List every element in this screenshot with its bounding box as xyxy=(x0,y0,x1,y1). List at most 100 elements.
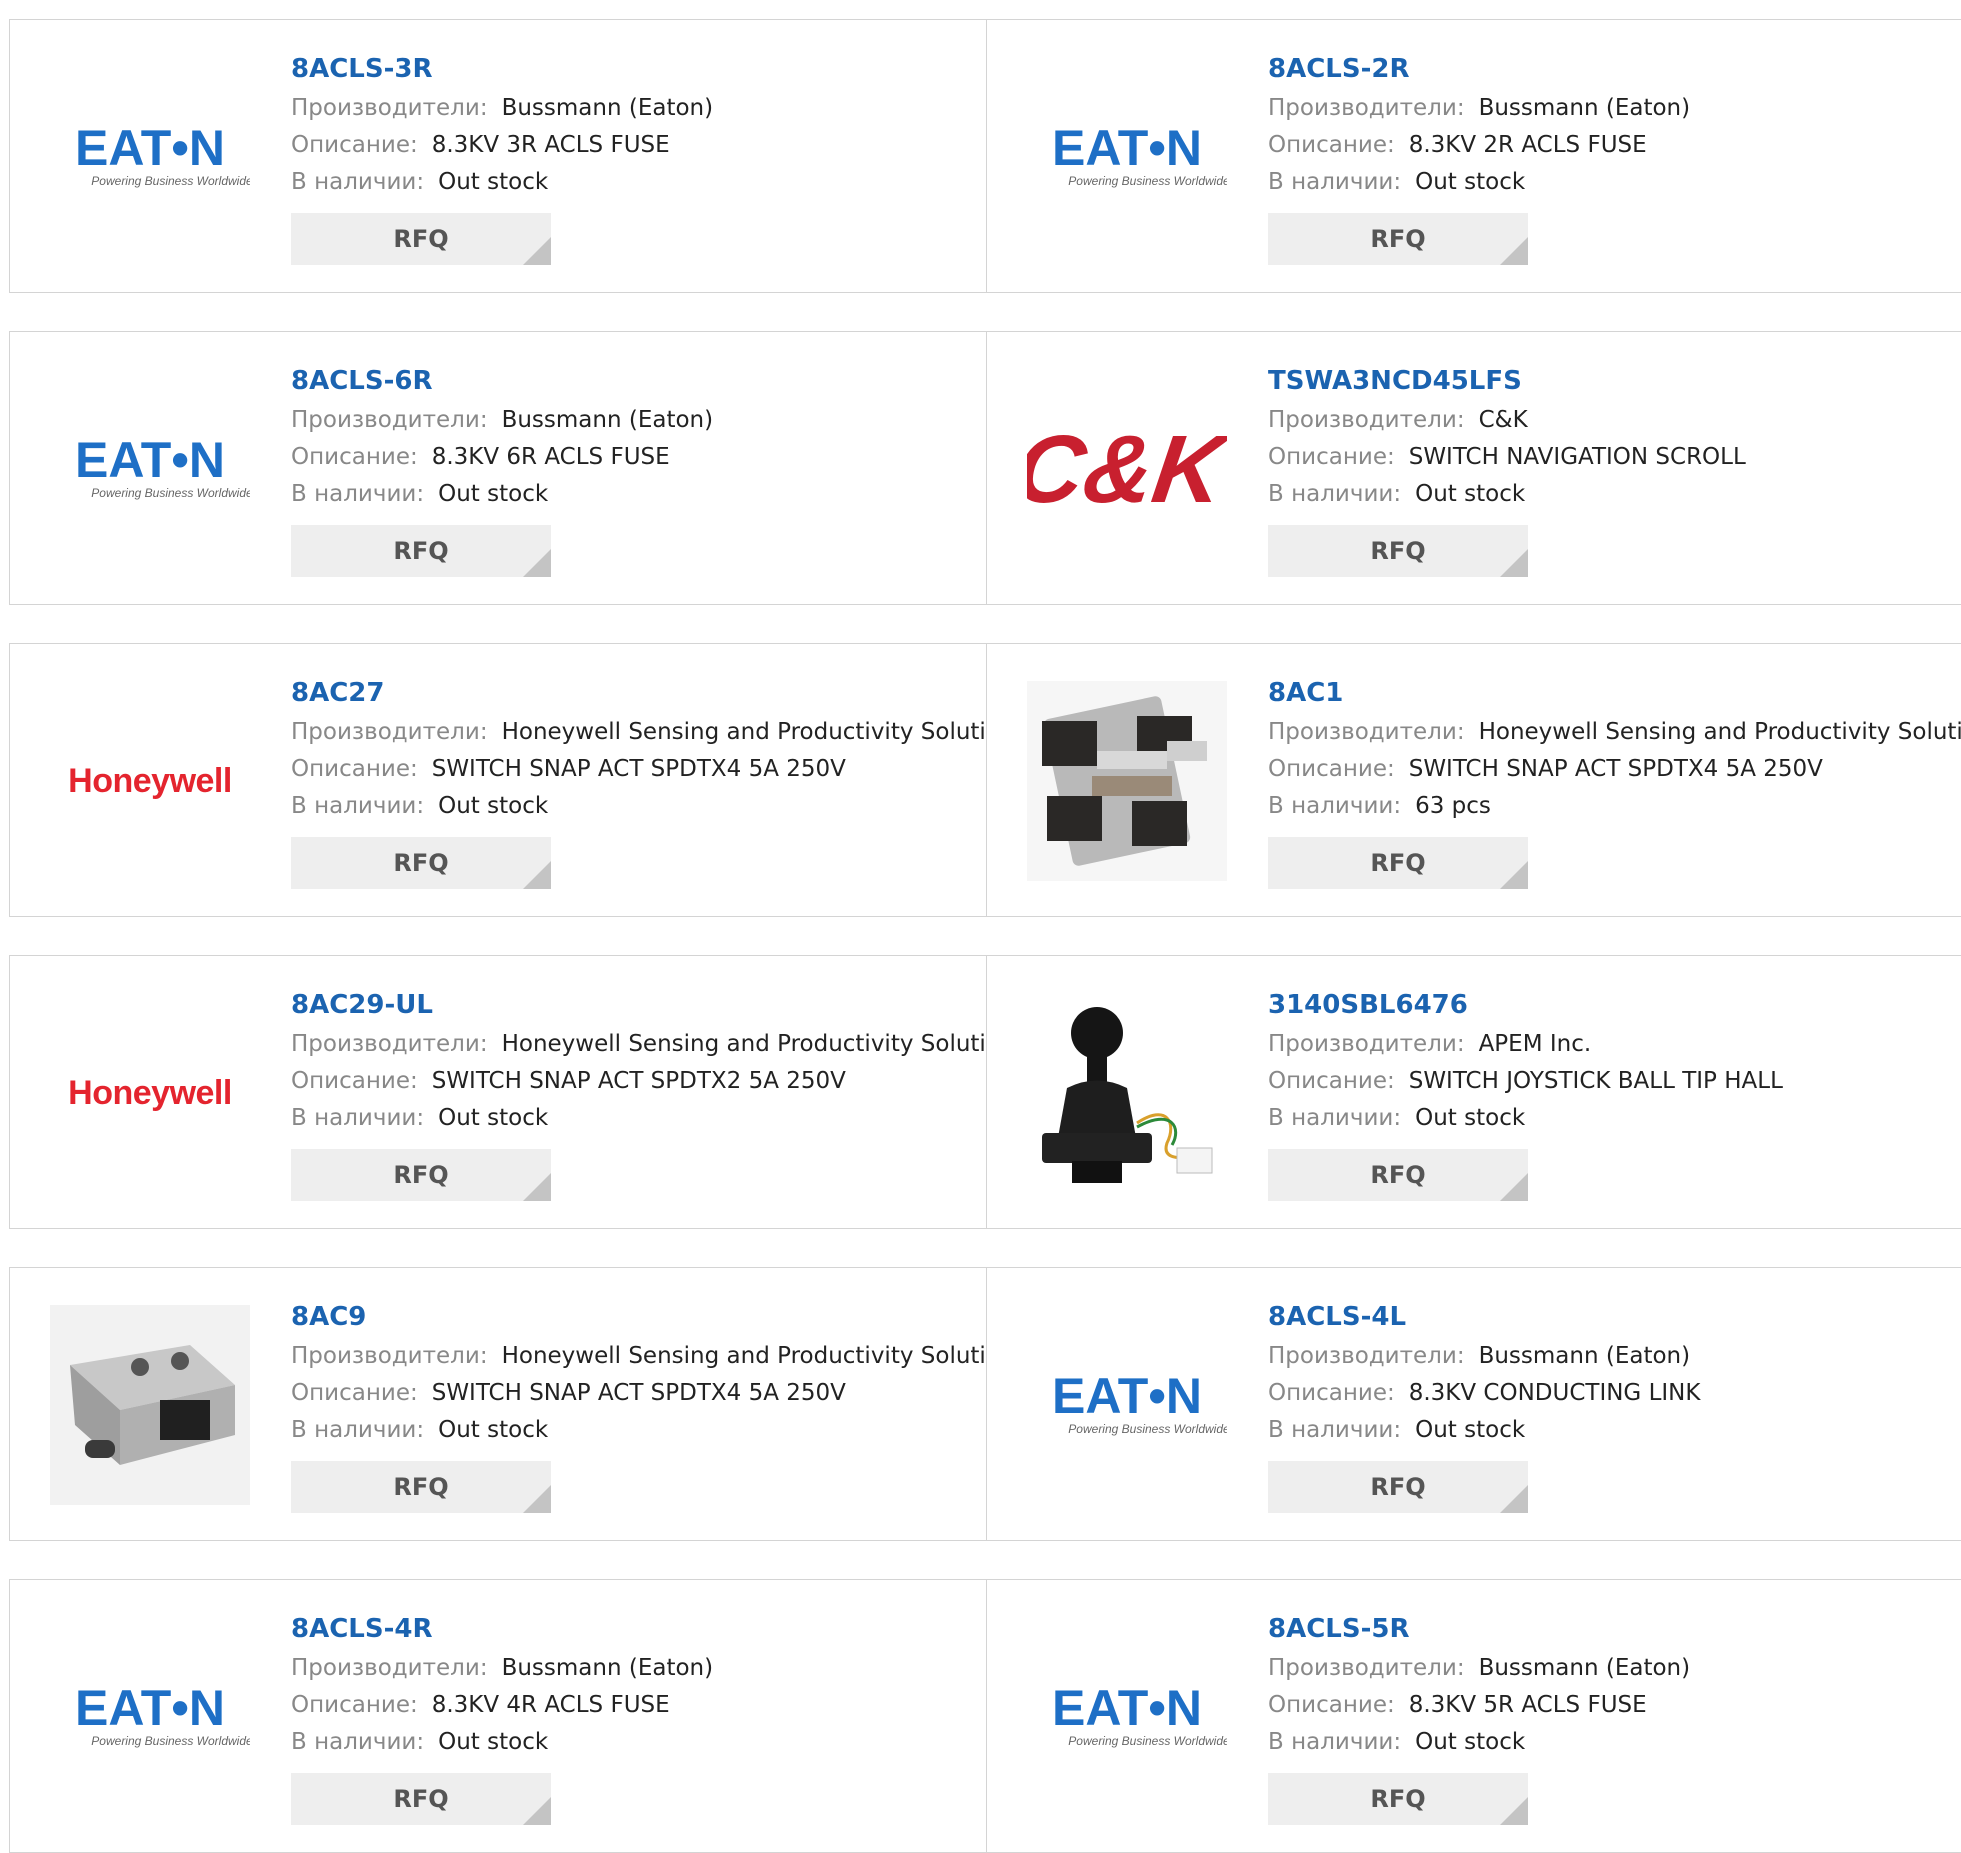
stock-value: Out stock xyxy=(438,1105,549,1131)
eaton-tagline: Powering Business Worldwide xyxy=(1068,1422,1227,1436)
eaton-tagline: Powering Business Worldwide xyxy=(1068,174,1227,188)
part-number-link[interactable]: 8ACLS-4R xyxy=(291,1610,713,1650)
part-number-link[interactable]: 8ACLS-4L xyxy=(1268,1298,1700,1338)
manufacturer-value: APEM Inc. xyxy=(1478,1031,1592,1057)
manufacturer-logo[interactable]: EAT•N Powering Business Worldwide xyxy=(1027,57,1227,257)
manufacturer-logo[interactable]: Honeywell xyxy=(50,681,250,881)
manufacturer-logo[interactable]: C&K xyxy=(1027,369,1227,569)
manufacturer-logo[interactable]: EAT•N Powering Business Worldwide xyxy=(50,1617,250,1817)
product-info: 8ACLS-6R Производители: Bussmann (Eaton) … xyxy=(291,362,713,577)
product-info: 8ACLS-3R Производители: Bussmann (Eaton) … xyxy=(291,50,713,265)
part-number-link[interactable]: 8AC27 xyxy=(291,674,1026,714)
manufacturer-line: Производители: Bussmann (Eaton) xyxy=(291,402,713,439)
rfq-button[interactable]: RFQ xyxy=(1268,1461,1528,1513)
product-info: 8AC27 Производители: Honeywell Sensing an… xyxy=(291,674,1026,889)
eaton-logo-icon: EAT•NPowering Business Worldwide xyxy=(75,120,250,188)
product-info: 8AC1 Производители: Honeywell Sensing and… xyxy=(1268,674,1961,889)
description-label: Описание: xyxy=(1268,1068,1395,1094)
eaton-wordmark: EAT•N xyxy=(1052,1368,1202,1424)
eaton-wordmark: EAT•N xyxy=(75,120,225,176)
manufacturer-logo[interactable] xyxy=(1027,681,1227,881)
manufacturer-value: Bussmann (Eaton) xyxy=(501,95,714,121)
description-value: SWITCH JOYSTICK BALL TIP HALL xyxy=(1408,1068,1783,1094)
product-grid: EAT•N Powering Business Worldwide 8ACLS-3… xyxy=(0,0,1961,1853)
product-card: Honeywell 8AC29-UL Производители: Honeywe… xyxy=(9,955,1026,1229)
product-row: Honeywell 8AC27 Производители: Honeywell … xyxy=(9,643,1961,917)
manufacturer-line: Производители: Bussmann (Eaton) xyxy=(1268,1338,1700,1375)
part-number-link[interactable]: 8ACLS-5R xyxy=(1268,1610,1690,1650)
product-row: EAT•N Powering Business Worldwide 8ACLS-6… xyxy=(9,331,1961,605)
product-card: 8AC1 Производители: Honeywell Sensing and… xyxy=(986,643,1961,917)
stock-label: В наличии: xyxy=(291,1417,425,1443)
manufacturer-line: Производители: C&K xyxy=(1268,402,1746,439)
stock-line: В наличии: Out stock xyxy=(291,476,713,513)
rfq-button[interactable]: RFQ xyxy=(291,1461,551,1513)
description-line: Описание: 8.3KV 6R ACLS FUSE xyxy=(291,439,713,476)
product-card: C&K TSWA3NCD45LFS Производители: C&K Опис… xyxy=(986,331,1961,605)
part-number-link[interactable]: 8AC1 xyxy=(1268,674,1961,714)
rfq-button[interactable]: RFQ xyxy=(1268,837,1528,889)
manufacturer-line: Производители: Honeywell Sensing and Prod… xyxy=(1268,714,1961,751)
rfq-button[interactable]: RFQ xyxy=(291,1149,551,1201)
eaton-logo-icon: EAT•NPowering Business Worldwide xyxy=(75,432,250,500)
description-value: 8.3KV 4R ACLS FUSE xyxy=(431,1692,670,1718)
part-number-link[interactable]: 3140SBL6476 xyxy=(1268,986,1783,1026)
description-label: Описание: xyxy=(291,444,418,470)
corner-fold-icon xyxy=(1500,861,1528,889)
rfq-button[interactable]: RFQ xyxy=(1268,525,1528,577)
rfq-button[interactable]: RFQ xyxy=(1268,213,1528,265)
rfq-button[interactable]: RFQ xyxy=(1268,1773,1528,1825)
product-row: Honeywell 8AC29-UL Производители: Honeywe… xyxy=(9,955,1961,1229)
product-card: EAT•N Powering Business Worldwide 8ACLS-4… xyxy=(9,1579,988,1853)
rfq-button[interactable]: RFQ xyxy=(291,837,551,889)
stock-value: Out stock xyxy=(438,169,549,195)
rfq-label: RFQ xyxy=(393,1785,449,1813)
manufacturer-logo[interactable]: EAT•N Powering Business Worldwide xyxy=(1027,1305,1227,1505)
rfq-label: RFQ xyxy=(1370,1473,1426,1501)
stock-label: В наличии: xyxy=(1268,793,1402,819)
rfq-button[interactable]: RFQ xyxy=(291,213,551,265)
stock-value: Out stock xyxy=(1415,169,1526,195)
part-number-link[interactable]: 8AC9 xyxy=(291,1298,1026,1338)
description-label: Описание: xyxy=(291,132,418,158)
stock-value: Out stock xyxy=(438,1417,549,1443)
product-info: TSWA3NCD45LFS Производители: C&K Описание… xyxy=(1268,362,1746,577)
rfq-button[interactable]: RFQ xyxy=(291,525,551,577)
manufacturer-logo[interactable] xyxy=(1027,993,1227,1193)
stock-label: В наличии: xyxy=(291,793,425,819)
manufacturer-logo[interactable] xyxy=(50,1305,250,1505)
part-number-link[interactable]: 8AC29-UL xyxy=(291,986,1026,1026)
manufacturer-label: Производители: xyxy=(291,719,488,745)
part-number-link[interactable]: 8ACLS-2R xyxy=(1268,50,1690,90)
rfq-button[interactable]: RFQ xyxy=(291,1773,551,1825)
manufacturer-logo[interactable]: EAT•N Powering Business Worldwide xyxy=(1027,1617,1227,1817)
description-line: Описание: SWITCH SNAP ACT SPDTX4 5A 250V xyxy=(291,1375,1026,1412)
stock-value: Out stock xyxy=(1415,1417,1526,1443)
stock-label: В наличии: xyxy=(291,1729,425,1755)
description-value: SWITCH SNAP ACT SPDTX4 5A 250V xyxy=(1408,756,1823,782)
part-number-link[interactable]: 8ACLS-3R xyxy=(291,50,713,90)
product-card: EAT•N Powering Business Worldwide 8ACLS-2… xyxy=(986,19,1961,293)
manufacturer-logo[interactable]: EAT•N Powering Business Worldwide xyxy=(50,57,250,257)
stock-value: Out stock xyxy=(438,1729,549,1755)
manufacturer-logo[interactable]: Honeywell xyxy=(50,993,250,1193)
product-card: EAT•N Powering Business Worldwide 8ACLS-4… xyxy=(986,1267,1961,1541)
manufacturer-logo[interactable]: EAT•N Powering Business Worldwide xyxy=(50,369,250,569)
description-label: Описание: xyxy=(1268,1380,1395,1406)
part-number-link[interactable]: TSWA3NCD45LFS xyxy=(1268,362,1746,402)
rfq-button[interactable]: RFQ xyxy=(1268,1149,1528,1201)
manufacturer-value: Bussmann (Eaton) xyxy=(1478,1343,1691,1369)
corner-fold-icon xyxy=(523,1485,551,1513)
rfq-label: RFQ xyxy=(1370,849,1426,877)
stock-value: Out stock xyxy=(1415,481,1526,507)
manufacturer-value: Bussmann (Eaton) xyxy=(1478,1655,1691,1681)
manufacturer-label: Производители: xyxy=(1268,719,1465,745)
part-number-link[interactable]: 8ACLS-6R xyxy=(291,362,713,402)
stock-line: В наличии: Out stock xyxy=(1268,164,1690,201)
corner-fold-icon xyxy=(523,1173,551,1201)
stock-line: В наличии: Out stock xyxy=(1268,476,1746,513)
manufacturer-value: Bussmann (Eaton) xyxy=(501,407,714,433)
eaton-logo-icon: EAT•NPowering Business Worldwide xyxy=(1052,1680,1227,1748)
manufacturer-value: Honeywell Sensing and Productivity Solut… xyxy=(501,1343,1027,1369)
manufacturer-label: Производители: xyxy=(1268,1031,1465,1057)
